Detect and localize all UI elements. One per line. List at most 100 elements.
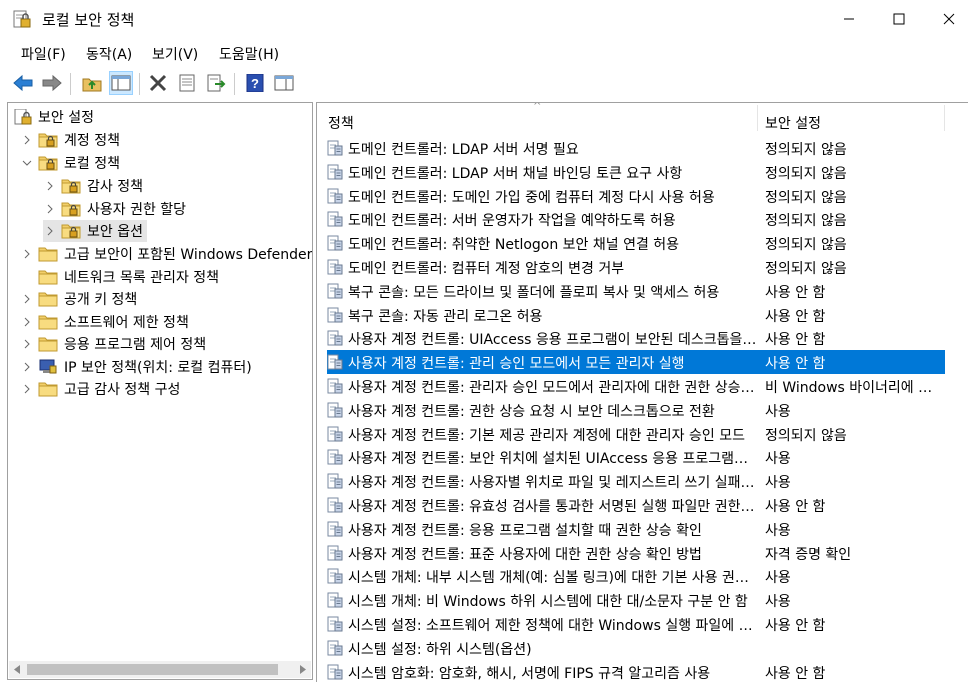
policy-name: 시스템 개체: 내부 시스템 개체(예: 심볼 링크)에 대한 기본 사용 권한… bbox=[348, 570, 758, 586]
policy-name: 도메인 컨트롤러: LDAP 서버 채널 바인딩 토큰 요구 사항 bbox=[348, 166, 683, 182]
policy-row[interactable]: 도메인 컨트롤러: 서버 운영자가 작업을 예약하도록 허용 정의되지 않음 bbox=[317, 207, 945, 231]
menu-help[interactable]: 도움말(H) bbox=[219, 44, 279, 64]
policy-list[interactable]: ^ 정책 보안 설정 도메인 컨트롤러: LDAP 서버 서명 필요 정의되지 않… bbox=[316, 102, 968, 682]
column-security-setting[interactable]: 보안 설정 bbox=[765, 113, 821, 133]
policy-row[interactable]: 시스템 개체: 비 Windows 하위 시스템에 대한 대/소문자 구분 안 … bbox=[317, 588, 945, 612]
policy-row[interactable]: 사용자 계정 컨트롤: 보안 위치에 설치된 UIAccess 응용 프로그램만… bbox=[317, 445, 945, 469]
tree-item[interactable]: IP 보안 정책(위치: 로컬 컴퓨터) bbox=[20, 356, 252, 378]
security-setting-value: 정의되지 않음 bbox=[765, 261, 847, 277]
policy-row[interactable]: 사용자 계정 컨트롤: 유효성 검사를 통과한 서명된 실행 파일만 권한 상승… bbox=[317, 493, 945, 517]
tree-item[interactable]: 고급 감사 정책 구성 bbox=[20, 378, 180, 400]
policy-row[interactable]: 사용자 계정 컨트롤: 표준 사용자에 대한 권한 상승 확인 방법 자격 증명 … bbox=[317, 541, 945, 565]
help-button[interactable]: ? bbox=[243, 71, 267, 95]
policy-row[interactable]: 사용자 계정 컨트롤: 권한 상승 요청 시 보안 데스크톱으로 전환 사용 bbox=[317, 398, 945, 422]
folder-icon bbox=[38, 292, 58, 307]
policy-row[interactable]: 시스템 설정: 소프트웨어 제한 정책에 대한 Windows 실행 파일에 인… bbox=[317, 612, 945, 636]
policy-name: 사용자 계정 컨트롤: 응용 프로그램 설치할 때 권한 상승 확인 bbox=[348, 523, 702, 539]
tree-root[interactable]: 보안 설정 bbox=[14, 106, 94, 128]
show-hide-tree-button[interactable] bbox=[109, 71, 133, 95]
up-folder-icon bbox=[82, 78, 102, 92]
properties-button[interactable] bbox=[175, 71, 199, 95]
policy-row[interactable]: 사용자 계정 컨트롤: UIAccess 응용 프로그램이 보안된 데스크톱을 … bbox=[317, 326, 945, 350]
policy-row[interactable]: 도메인 컨트롤러: 취약한 Netlogon 보안 채널 연결 허용 정의되지 않… bbox=[317, 231, 945, 255]
back-button[interactable] bbox=[11, 71, 35, 95]
policy-row[interactable]: 시스템 개체: 내부 시스템 개체(예: 심볼 링크)에 대한 기본 사용 권한… bbox=[317, 564, 945, 588]
chevron-right-icon[interactable] bbox=[43, 224, 57, 238]
chevron-right-icon[interactable] bbox=[20, 360, 34, 374]
policy-row[interactable]: 시스템 암호화: 암호화, 해시, 서명에 FIPS 규격 알고리즘 사용 사용 … bbox=[317, 660, 945, 682]
policy-name: 도메인 컨트롤러: 컴퓨터 계정 암호의 변경 거부 bbox=[348, 261, 625, 277]
policy-row[interactable]: 복구 콘솔: 자동 관리 로그온 허용 사용 안 함 bbox=[317, 303, 945, 327]
policy-folder-icon bbox=[38, 156, 58, 171]
security-setting-value: 사용 안 함 bbox=[765, 356, 826, 372]
policy-row[interactable]: 복구 콘솔: 모든 드라이브 및 폴더에 플로피 복사 및 액세스 허용 사용 안… bbox=[317, 279, 945, 303]
policy-row[interactable]: 사용자 계정 컨트롤: 사용자별 위치로 파일 및 레지스트리 쓰기 실패 가상… bbox=[317, 469, 945, 493]
minimize-button[interactable] bbox=[826, 0, 872, 38]
tree-item[interactable]: 로컬 정책 bbox=[20, 152, 120, 174]
chevron-right-icon[interactable] bbox=[43, 202, 57, 216]
folder-icon bbox=[38, 247, 58, 262]
chevron-right-icon[interactable] bbox=[20, 247, 34, 261]
tree-item[interactable]: 공개 키 정책 bbox=[20, 288, 137, 310]
chevron-right-icon[interactable] bbox=[43, 179, 57, 193]
menu-file[interactable]: 파일(F) bbox=[21, 44, 66, 64]
policy-name: 시스템 설정: 하위 시스템(옵션) bbox=[348, 642, 532, 658]
policy-item-icon bbox=[327, 497, 343, 513]
security-setting-value: 사용 안 함 bbox=[765, 309, 826, 325]
tree-item[interactable]: 네트워크 목록 관리자 정책 bbox=[20, 266, 219, 288]
chevron-down-icon[interactable] bbox=[20, 156, 34, 170]
security-setting-value: 정의되지 않음 bbox=[765, 142, 847, 158]
console-tree-button[interactable] bbox=[272, 71, 296, 95]
chevron-right-icon[interactable] bbox=[20, 337, 34, 351]
tree-item[interactable]: 사용자 권한 할당 bbox=[43, 198, 186, 220]
column-policy[interactable]: 정책 bbox=[328, 113, 354, 133]
chevron-right-icon[interactable] bbox=[20, 133, 34, 147]
tree-item-label: 로컬 정책 bbox=[64, 156, 120, 172]
policy-row[interactable]: 사용자 계정 컨트롤: 관리자 승인 모드에서 관리자에 대한 권한 상승 확인… bbox=[317, 374, 945, 398]
console-tree[interactable]: 보안 설정 계정 정책로컬 정책감사 정책 사용자 권한 할당보안 옵션고급 보안… bbox=[7, 102, 313, 680]
scrollbar-thumb[interactable] bbox=[27, 664, 278, 675]
tree-item[interactable]: 감사 정책 bbox=[43, 175, 143, 197]
close-button[interactable] bbox=[926, 0, 968, 38]
policy-row[interactable]: 도메인 컨트롤러: 도메인 가입 중에 컴퓨터 계정 다시 사용 허용 정의되지 … bbox=[317, 184, 945, 208]
chevron-right-icon[interactable] bbox=[20, 315, 34, 329]
horizontal-scrollbar[interactable] bbox=[9, 661, 311, 678]
tree-item[interactable]: 소프트웨어 제한 정책 bbox=[20, 311, 189, 333]
policy-row[interactable]: 사용자 계정 컨트롤: 응용 프로그램 설치할 때 권한 상승 확인 사용 bbox=[317, 517, 945, 541]
chevron-right-icon[interactable] bbox=[20, 382, 34, 396]
scroll-left-icon[interactable] bbox=[13, 665, 21, 674]
policy-row[interactable]: 사용자 계정 컨트롤: 관리 승인 모드에서 모든 관리자 실행 사용 안 함 bbox=[327, 350, 945, 374]
policy-row[interactable]: 도메인 컨트롤러: LDAP 서버 서명 필요 정의되지 않음 bbox=[317, 136, 945, 160]
tree-item[interactable]: 고급 보안이 포함된 Windows Defender bbox=[20, 243, 312, 265]
up-folder-button[interactable] bbox=[80, 71, 104, 95]
tree-item-label: 응용 프로그램 제어 정책 bbox=[64, 337, 207, 353]
policy-item-icon bbox=[327, 140, 343, 156]
column-divider[interactable] bbox=[944, 105, 945, 131]
delete-button[interactable] bbox=[146, 71, 170, 95]
menu-action[interactable]: 동작(A) bbox=[86, 44, 132, 64]
policy-row[interactable]: 도메인 컨트롤러: 컴퓨터 계정 암호의 변경 거부 정의되지 않음 bbox=[317, 255, 945, 279]
window-title: 로컬 보안 정책 bbox=[42, 11, 135, 29]
chevron-right-icon[interactable] bbox=[20, 292, 34, 306]
policy-row[interactable]: 시스템 설정: 하위 시스템(옵션) bbox=[317, 636, 945, 660]
menu-view[interactable]: 보기(V) bbox=[152, 44, 198, 64]
menu-bar: 파일(F) 동작(A) 보기(V) 도움말(H) bbox=[0, 40, 968, 66]
export-list-button[interactable] bbox=[204, 71, 228, 95]
tree-item[interactable]: 응용 프로그램 제어 정책 bbox=[20, 333, 206, 355]
tree-item-label: 보안 옵션 bbox=[87, 224, 143, 240]
forward-button[interactable] bbox=[40, 71, 64, 95]
policy-item-icon bbox=[327, 473, 343, 489]
forward-icon bbox=[42, 74, 62, 92]
delete-icon bbox=[149, 74, 167, 92]
policy-name: 사용자 계정 컨트롤: 권한 상승 요청 시 보안 데스크톱으로 전환 bbox=[348, 404, 715, 420]
policy-row[interactable]: 사용자 계정 컨트롤: 기본 제공 관리자 계정에 대한 관리자 승인 모드 정의… bbox=[317, 422, 945, 446]
tree-item-label: 소프트웨어 제한 정책 bbox=[64, 315, 189, 331]
maximize-button[interactable] bbox=[876, 0, 922, 38]
minimize-icon bbox=[844, 18, 854, 20]
scroll-right-icon[interactable] bbox=[299, 665, 307, 674]
tree-item[interactable]: 보안 옵션 bbox=[43, 220, 147, 242]
policy-row[interactable]: 도메인 컨트롤러: LDAP 서버 채널 바인딩 토큰 요구 사항 정의되지 않음 bbox=[317, 160, 945, 184]
tree-item[interactable]: 계정 정책 bbox=[20, 129, 120, 151]
column-divider[interactable] bbox=[757, 105, 758, 131]
